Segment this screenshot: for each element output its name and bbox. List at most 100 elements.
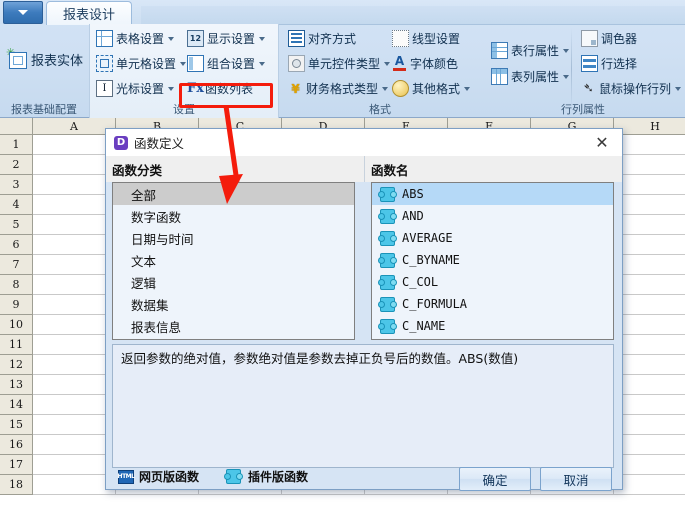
cell-H17[interactable] [614,455,685,475]
ok-button[interactable]: 确定 [459,467,531,491]
chevron-down-icon[interactable] [168,36,175,41]
category-item[interactable]: 全部 [113,183,354,205]
function-item[interactable]: AND [372,205,613,227]
cell-H2[interactable] [614,155,685,175]
line-style-button[interactable]: 线型设置 [392,30,460,47]
function-item[interactable]: C_BYNAME [372,249,613,271]
combo-settings-button[interactable]: 组合设置 [187,55,266,72]
table-settings-button[interactable]: 表格设置 [96,30,175,47]
cell-A9[interactable] [33,295,116,315]
chevron-down-icon[interactable] [382,86,389,91]
web-functions-link[interactable]: HTML 网页版函数 [118,468,199,485]
cell-A2[interactable] [33,155,116,175]
category-list[interactable]: 全部 数字函数 日期与时间 文本 逻辑 数据集 报表信息 [112,182,355,340]
cell-H12[interactable] [614,355,685,375]
column-header-A[interactable]: A [33,118,116,135]
cell-A18[interactable] [33,475,116,495]
cell-A1[interactable] [33,135,116,155]
cell-A11[interactable] [33,335,116,355]
cell-H10[interactable] [614,315,685,335]
row-header-4[interactable]: 4 [0,195,33,215]
chevron-down-icon[interactable] [464,86,471,91]
row-select-button[interactable]: 行选择 [581,55,637,72]
row-header-10[interactable]: 10 [0,315,33,335]
row-header-14[interactable]: 14 [0,395,33,415]
cell-H14[interactable] [614,395,685,415]
cell-H4[interactable] [614,195,685,215]
chevron-down-icon[interactable] [168,86,175,91]
cell-A4[interactable] [33,195,116,215]
row-header-9[interactable]: 9 [0,295,33,315]
row-header-13[interactable]: 13 [0,375,33,395]
cell-H9[interactable] [614,295,685,315]
cell-A16[interactable] [33,435,116,455]
plugin-functions-link[interactable]: 插件版函数 [224,468,308,485]
cancel-button[interactable]: 取消 [540,467,612,491]
mouse-rowcol-button[interactable]: ➴ 鼠标操作行列 [581,80,682,97]
cell-H18[interactable] [614,475,685,495]
row-header-6[interactable]: 6 [0,235,33,255]
category-item[interactable]: 文本 [113,249,354,271]
cell-A8[interactable] [33,275,116,295]
function-list[interactable]: ABS AND AVERAGE C_BYNAME C_COL C_FORMULA C_NAM… [371,182,614,340]
cell-settings-button[interactable]: 单元格设置 [96,55,187,72]
chevron-down-icon[interactable] [563,74,570,79]
category-item[interactable]: 日期与时间 [113,227,354,249]
font-color-button[interactable]: A 字体颜色 [392,55,458,72]
chevron-down-icon[interactable] [259,61,266,66]
cell-H7[interactable] [614,255,685,275]
row-header-8[interactable]: 8 [0,275,33,295]
cell-H11[interactable] [614,335,685,355]
chevron-down-icon[interactable] [384,61,391,66]
cell-A14[interactable] [33,395,116,415]
cell-H5[interactable] [614,215,685,235]
color-picker-button[interactable]: 调色器 [581,30,637,47]
row-header-7[interactable]: 7 [0,255,33,275]
cell-A10[interactable] [33,315,116,335]
row-header-1[interactable]: 1 [0,135,33,155]
cell-H16[interactable] [614,435,685,455]
cell-A6[interactable] [33,235,116,255]
cell-A13[interactable] [33,375,116,395]
table-column-property-button[interactable]: 表列属性 [491,68,570,85]
cell-H1[interactable] [614,135,685,155]
row-header-15[interactable]: 15 [0,415,33,435]
row-header-12[interactable]: 12 [0,355,33,375]
function-list-button[interactable]: Fx 函数列表 [187,80,253,97]
cell-H8[interactable] [614,275,685,295]
cell-A17[interactable] [33,455,116,475]
category-item[interactable]: 报表信息 [113,315,354,337]
cell-H3[interactable] [614,175,685,195]
category-item[interactable]: 数据集 [113,293,354,315]
function-item[interactable]: ABS [372,183,613,205]
chevron-down-icon[interactable] [259,36,266,41]
row-header-17[interactable]: 17 [0,455,33,475]
cursor-settings-button[interactable]: I 光标设置 [96,80,175,97]
cell-A15[interactable] [33,415,116,435]
category-item[interactable]: 逻辑 [113,271,354,293]
table-row-property-button[interactable]: 表行属性 [491,42,570,59]
chevron-down-icon[interactable] [675,86,682,91]
align-mode-button[interactable]: 对齐方式 [288,30,356,47]
sheet-corner[interactable] [0,118,33,135]
row-header-16[interactable]: 16 [0,435,33,455]
cell-A5[interactable] [33,215,116,235]
function-item[interactable]: AVERAGE [372,227,613,249]
cell-A12[interactable] [33,355,116,375]
application-menu-button[interactable] [3,1,43,24]
cell-A3[interactable] [33,175,116,195]
column-header-H[interactable]: H [614,118,685,135]
chevron-down-icon[interactable] [563,48,570,53]
cell-A7[interactable] [33,255,116,275]
report-entity-button[interactable]: ✳ 报表实体 [6,47,83,70]
finance-format-button[interactable]: ¥ 财务格式类型 [288,80,389,97]
chevron-down-icon[interactable] [180,61,187,66]
function-item[interactable]: C_NAME [372,315,613,337]
cell-H6[interactable] [614,235,685,255]
function-item[interactable]: C_FORMULA [372,293,613,315]
cell-H13[interactable] [614,375,685,395]
row-header-2[interactable]: 2 [0,155,33,175]
cell-H15[interactable] [614,415,685,435]
close-icon[interactable]: ✕ [582,129,622,156]
tab-report-design[interactable]: 报表设计 [46,1,133,25]
